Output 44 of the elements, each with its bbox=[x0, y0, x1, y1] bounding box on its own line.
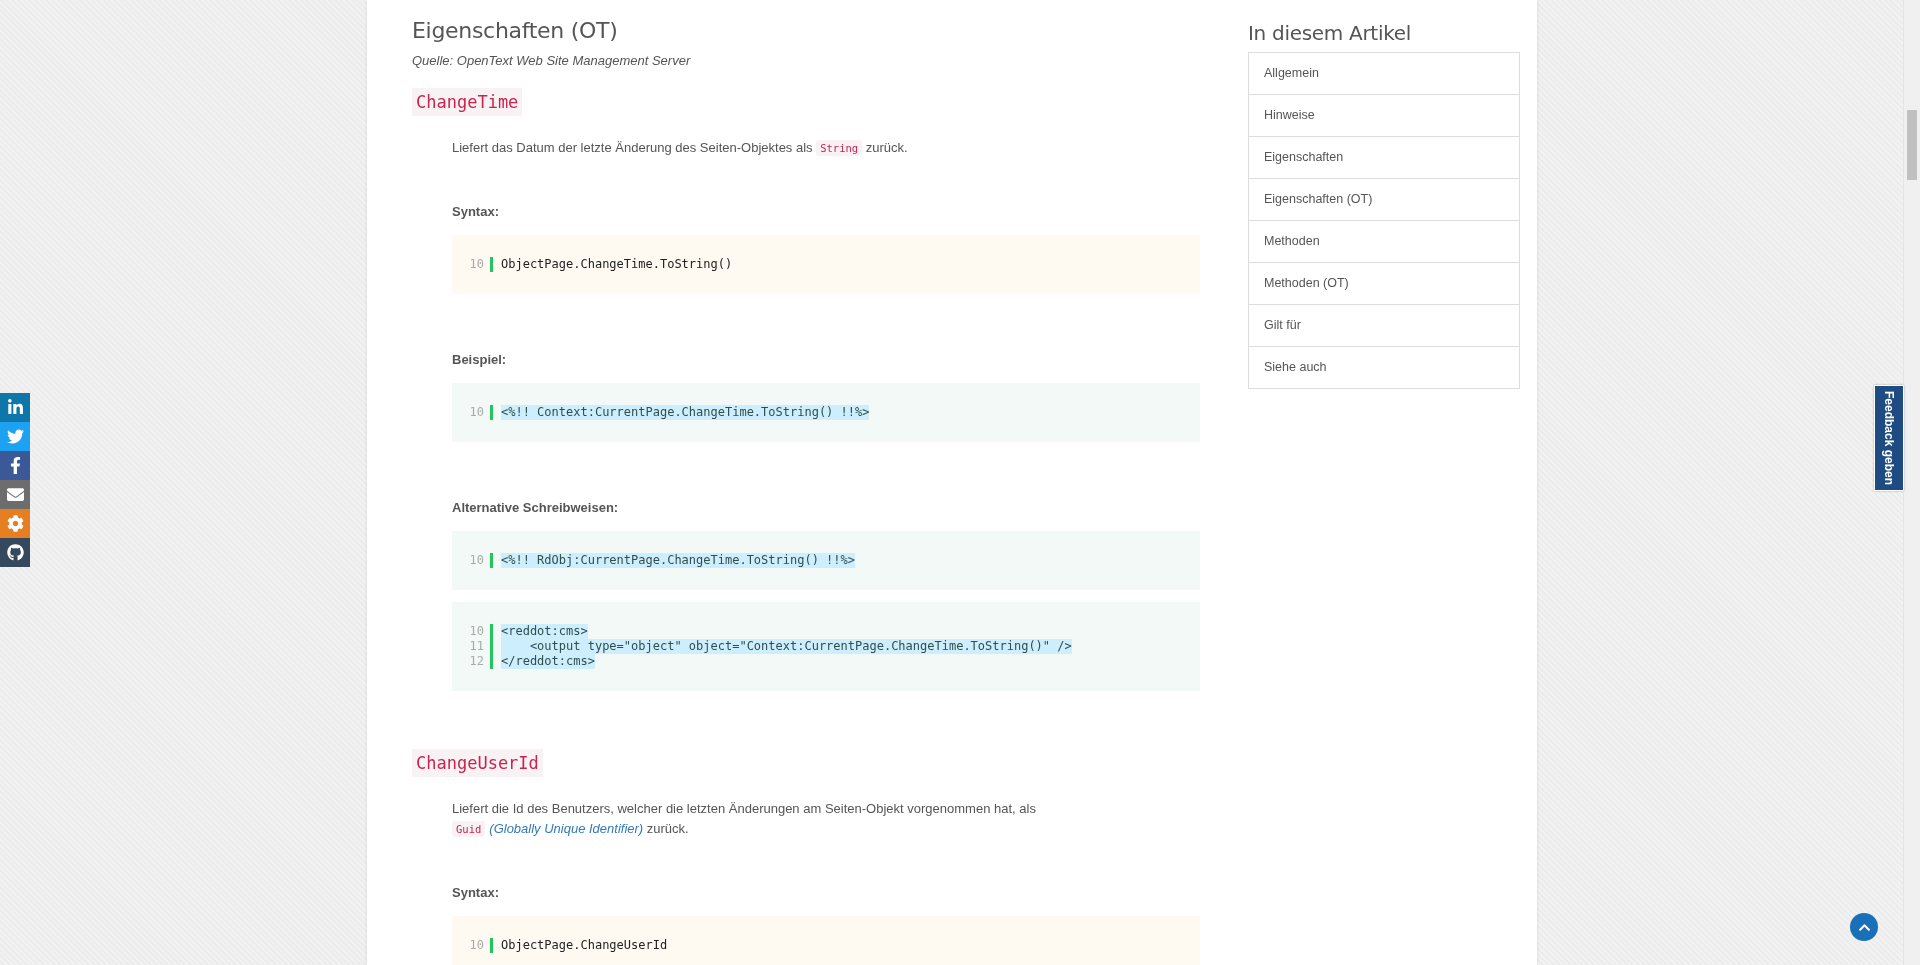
description-text: Liefert das Datum der letzte Änderung des Seiten-Objektes als String zurück. bbox=[452, 139, 909, 158]
line-number: 11 bbox=[468, 639, 485, 654]
toc-item[interactable]: Eigenschaften bbox=[1249, 136, 1519, 178]
linkedin-icon bbox=[6, 399, 24, 416]
back-to-top-button[interactable] bbox=[1850, 913, 1878, 941]
section-label: Beispiel: bbox=[452, 352, 508, 367]
line-number: 10 bbox=[468, 553, 485, 568]
toc-item[interactable]: Hinweise bbox=[1249, 94, 1519, 136]
line-number: 10 bbox=[468, 405, 485, 420]
description-text: Liefert die Id des Benutzers, welcher die letzten Änderungen am Seiten-Objekt vorgenommen hat, als Guid (Globally Unique Identifier) zurück. bbox=[452, 800, 1037, 839]
section-label: Syntax: bbox=[452, 204, 500, 219]
share-button[interactable] bbox=[0, 538, 30, 567]
code-line: ObjectPage.ChangeUserId bbox=[501, 938, 668, 953]
property-name: ChangeUserId bbox=[412, 749, 543, 777]
feedback-tab[interactable]: Feedback geben bbox=[1874, 385, 1904, 491]
gear-icon bbox=[6, 515, 24, 532]
link[interactable]: (Globally Unique Identifier) bbox=[489, 821, 644, 836]
toc-item[interactable]: Gilt für bbox=[1249, 304, 1519, 346]
section-label: Syntax: bbox=[452, 885, 500, 900]
line-number: 10 bbox=[468, 624, 485, 639]
scrollbar-thumb[interactable] bbox=[1907, 110, 1917, 180]
toc-title: In diesem Artikel bbox=[1248, 21, 1412, 45]
toc-item[interactable]: Methoden bbox=[1249, 220, 1519, 262]
mail-icon bbox=[6, 486, 24, 503]
inline-code: Guid bbox=[452, 821, 486, 837]
section-label: Alternative Schreibweisen: bbox=[452, 500, 620, 515]
github-icon bbox=[6, 544, 24, 561]
share-button[interactable] bbox=[0, 451, 30, 480]
inline-code: String bbox=[816, 140, 863, 156]
line-number: 12 bbox=[468, 654, 485, 669]
scrollbar[interactable] bbox=[1903, 0, 1920, 965]
property-name: ChangeTime bbox=[412, 88, 523, 116]
source-text: Quelle: OpenText Web Site Management Server bbox=[412, 53, 692, 68]
line-number: 10 bbox=[468, 257, 485, 272]
toc-item[interactable]: Siehe auch bbox=[1249, 346, 1519, 388]
share-button[interactable] bbox=[0, 480, 30, 509]
share-button[interactable] bbox=[0, 393, 30, 422]
toc-item[interactable]: Eigenschaften (OT) bbox=[1249, 178, 1519, 220]
code-line: ObjectPage.ChangeTime.ToString() bbox=[501, 257, 733, 272]
bird-icon bbox=[6, 428, 24, 445]
toc-item[interactable]: Methoden (OT) bbox=[1249, 262, 1519, 304]
toc-item[interactable]: Allgemein bbox=[1249, 53, 1519, 94]
section-heading: Eigenschaften (OT) bbox=[412, 18, 619, 43]
line-number: 10 bbox=[468, 938, 485, 953]
